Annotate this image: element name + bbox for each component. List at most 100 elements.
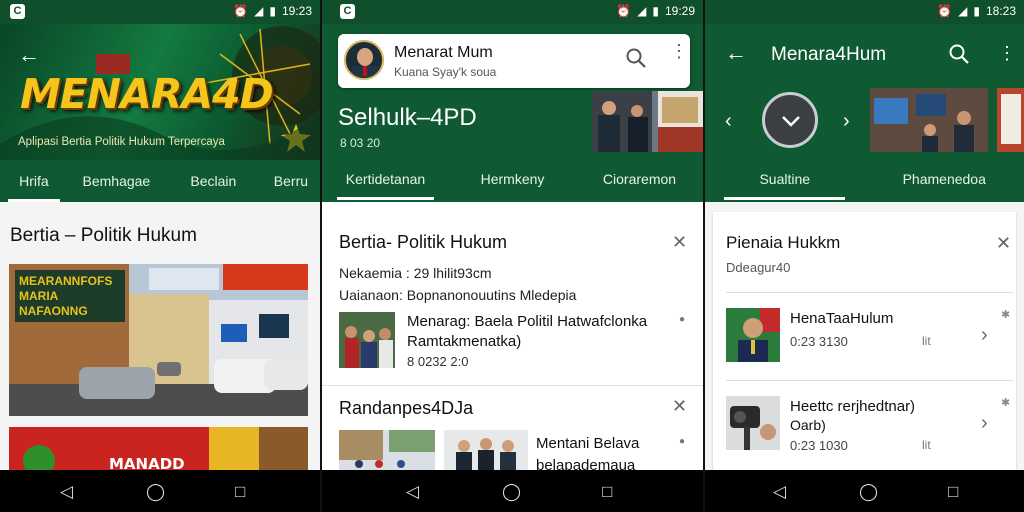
tab-sualtine[interactable]: Sualtine (705, 158, 865, 200)
battery-icon: ▮ (269, 4, 276, 18)
app-title: Menara4Hum (771, 44, 887, 65)
item-subtitle: Oarb) (790, 417, 826, 433)
carousel-prev-icon[interactable]: ‹ (725, 110, 732, 133)
article-thumbnail (339, 312, 395, 368)
home-nav-button[interactable]: ◯ (859, 482, 878, 502)
chevron-right-icon[interactable]: › (981, 324, 988, 347)
tab-bemhagae[interactable]: Bemhagae (68, 160, 165, 202)
item-title: HenaTaaHulum (790, 310, 894, 327)
clock-text: 18:23 (985, 4, 1016, 18)
search-icon[interactable] (948, 43, 970, 70)
home-nav-button[interactable]: ◯ (146, 482, 165, 502)
article2-more-icon[interactable]: ● (679, 436, 685, 447)
more-options-icon[interactable]: ⋮ (998, 43, 1016, 64)
wifi-icon: ◢ (254, 4, 264, 18)
carousel-image-1[interactable] (870, 88, 988, 152)
screen-panel-3: ⏰ ◢ ▮ 18:23 ← Menara4Hum ⋮ ‹ › Sualtine … (705, 0, 1024, 512)
divider (726, 292, 1013, 293)
banner-title: MENARA4D (20, 70, 274, 118)
media-play-icon[interactable] (762, 92, 818, 148)
item-badge: lit (922, 334, 931, 348)
back-nav-button[interactable]: ◁ (773, 482, 786, 502)
tab-kertidetanan[interactable]: Kertidetanan (322, 158, 449, 200)
clock-text: 19:29 (664, 4, 695, 18)
category-tabs: Hrifa Bemhagae Beclain Berru (0, 160, 320, 202)
battery-icon: ▮ (652, 4, 659, 18)
tab-beclain[interactable]: Beclain (165, 160, 262, 202)
hero-image (592, 91, 703, 152)
chevron-right-icon[interactable]: › (981, 412, 988, 435)
carousel-image-2[interactable] (997, 88, 1024, 152)
close-icon[interactable]: ✕ (996, 233, 1011, 254)
close-icon[interactable]: ✕ (672, 396, 687, 417)
news-thumbnail-1[interactable]: MEARANNFOFS MARIA NAFAONNG (9, 264, 308, 416)
section2-title: Randanpes4DJa (339, 398, 474, 418)
alarm-icon: ⏰ (937, 4, 953, 18)
recents-nav-button[interactable]: □ (602, 482, 612, 502)
list-item[interactable]: Heettc rerjhedtnar) Oarb) 0:23 1030 lit … (726, 392, 1016, 460)
search-card[interactable]: Menarat Mum Kuana Syay'k soua ⋮ (338, 34, 690, 88)
screen-panel-1: C ⏰ ◢ ▮ 19:23 ← MENARA4D Aplipasi Bertia… (0, 0, 320, 512)
hero-subtitle: 8 03 20 (340, 136, 381, 150)
back-arrow-icon[interactable]: ← (18, 42, 40, 68)
back-nav-button[interactable]: ◁ (60, 482, 73, 502)
category-tabs: Sualtine Phamenedoa (705, 158, 1024, 200)
close-icon[interactable]: ✕ (672, 232, 687, 253)
recents-nav-button[interactable]: □ (948, 482, 958, 502)
status-bar: ⏰ ◢ ▮ 18:23 (705, 0, 1024, 24)
card-title: Bertia- Politik Hukum (339, 232, 508, 252)
item-title: Heettc rerjhedtnar) (790, 398, 916, 415)
divider (322, 385, 703, 386)
home-nav-button[interactable]: ◯ (502, 482, 521, 502)
back-arrow-icon[interactable]: ← (725, 40, 747, 66)
card-title: Pienaia Hukkm (726, 233, 841, 252)
item-badge: lit (922, 438, 931, 452)
search-icon[interactable] (625, 47, 647, 74)
alarm-icon: ⏰ (616, 4, 632, 18)
item-time: 0:23 1030 (790, 438, 848, 453)
search-subtitle: Kuana Syay'k soua (394, 65, 497, 79)
tab-hermkeny[interactable]: Hermkeny (449, 158, 576, 200)
hero-banner: ← MENARA4D Aplipasi Bertia Politik Hukum… (0, 24, 320, 160)
item-more-icon[interactable]: ✱ (1001, 308, 1010, 321)
avatar (344, 40, 384, 80)
hero-title: Selhulk–4PD (338, 104, 477, 131)
divider (726, 380, 1013, 381)
item-thumbnail (726, 396, 780, 450)
category-tabs: Kertidetanan Hermkeny Cioraremon (322, 158, 703, 200)
article2-thumbnail-b[interactable] (444, 430, 528, 472)
card-subtitle: Ddeagur40 (726, 260, 791, 275)
tab-phamenedoa[interactable]: Phamenedoa (865, 158, 1024, 200)
tab-cioraremon[interactable]: Cioraremon (576, 158, 703, 200)
article2-thumbnail-a[interactable] (339, 430, 435, 472)
tab-hrifa[interactable]: Hrifa (0, 160, 68, 202)
status-bar: C ⏰ ◢ ▮ 19:29 (322, 0, 703, 24)
system-nav-bar: ◁ ◯ □ (322, 470, 703, 512)
article-item[interactable]: Menarag: Baela Politil Hatwafclonka Ramt… (339, 312, 689, 374)
more-options-icon[interactable]: ⋮ (670, 42, 688, 60)
recents-nav-button[interactable]: □ (235, 482, 245, 502)
item-more-icon[interactable]: ✱ (1001, 396, 1010, 409)
system-nav-bar: ◁ ◯ □ (705, 470, 1024, 512)
status-bar: C ⏰ ◢ ▮ 19:23 (0, 0, 320, 24)
list-item[interactable]: HenaTaaHulum 0:23 3130 lit ✱ › (726, 304, 1016, 372)
section-title: Bertia – Politik Hukum (10, 225, 197, 246)
alarm-icon: ⏰ (233, 4, 249, 18)
item-time: 0:23 3130 (790, 334, 848, 349)
news-thumbnail-2[interactable]: MANADD (9, 427, 308, 472)
carousel-next-icon[interactable]: › (843, 110, 850, 133)
clock-text: 19:23 (281, 4, 312, 18)
battery-icon: ▮ (973, 4, 980, 18)
system-nav-bar: ◁ ◯ □ (0, 470, 320, 512)
item-thumbnail (726, 308, 780, 362)
search-title: Menarat Mum (394, 44, 493, 61)
app-icon: C (340, 4, 355, 19)
tab-berru[interactable]: Berru (262, 160, 320, 202)
article-date: 8 0232 2:0 (407, 354, 469, 369)
screen-panel-2: C ⏰ ◢ ▮ 19:29 Menarat Mum Kuana Syay'k s… (322, 0, 703, 512)
meta-line-2: Uaianaon: Bopnanonouutins Mledepia (339, 287, 577, 303)
back-nav-button[interactable]: ◁ (406, 482, 419, 502)
article-more-icon[interactable]: ● (679, 314, 685, 325)
wifi-icon: ◢ (958, 4, 968, 18)
app-icon: C (10, 4, 25, 19)
